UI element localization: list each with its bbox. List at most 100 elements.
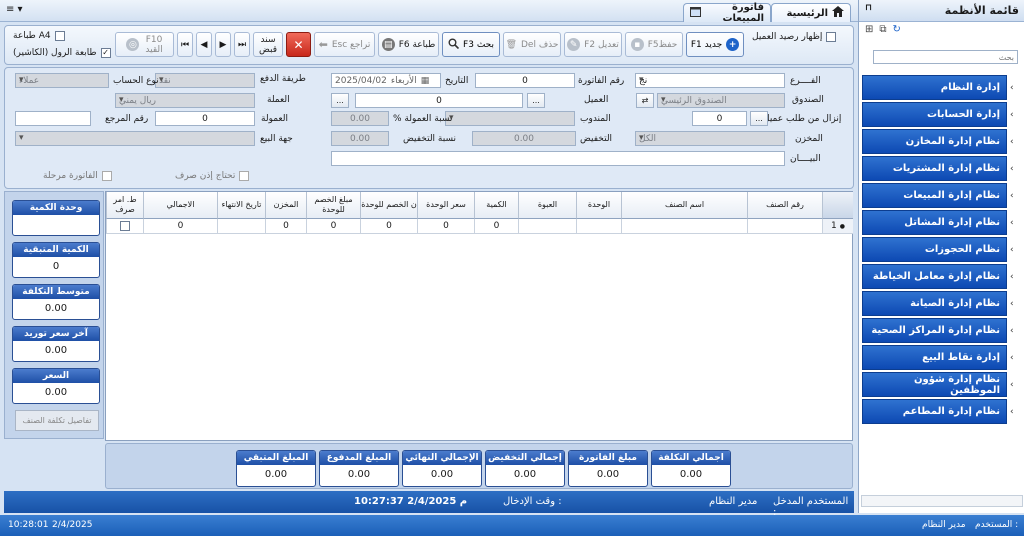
roll-print-checkbox[interactable]: ✓ [100,48,111,58]
chevron-left-icon[interactable]: ‹ [1010,380,1014,390]
currency-lookup-button[interactable]: ... [331,93,349,108]
commission-field[interactable]: 0 [155,111,255,126]
tab-sales-invoice[interactable]: فاتورة المبيعات [683,2,771,24]
chevron-left-icon[interactable]: ‹ [1010,191,1014,201]
nav-system-admin[interactable]: إدارة النظام [862,75,1007,100]
nav-reservations[interactable]: نظام الحجوزات [862,237,1007,262]
chevron-left-icon[interactable]: ‹ [1010,110,1014,120]
chevron-left-icon[interactable]: ‹ [1010,353,1014,363]
column-unit[interactable]: الوحدة [576,192,621,219]
cell-store[interactable]: 0 [265,219,306,234]
customer-order-field[interactable]: 0 [692,111,747,126]
chevron-left-icon[interactable]: ‹ [1010,83,1014,93]
menu-horizontal-scrollbar[interactable] [861,495,1023,507]
roll-print-option[interactable]: ✓ طابعة الرول (الكاشير) [13,48,111,58]
chevron-left-icon[interactable]: ‹ [1010,245,1014,255]
date-picker[interactable]: 2025/04/02 الأربعاء ▦ [331,73,441,88]
cell-discount-amount[interactable]: 0 [306,219,360,234]
delete-button[interactable]: حذف Del 🗑 [503,32,561,57]
pin-icon[interactable]: ⊓ [865,3,872,13]
menu-search-input[interactable] [873,50,1018,64]
deferred-invoice-option[interactable]: الفاتورة مرحلة [43,171,112,181]
discount-percent-field[interactable]: 0.00 [331,131,389,146]
statement-field[interactable] [331,151,785,166]
tab-home[interactable]: الرئيسية [771,3,851,22]
cell-unit-price[interactable]: 0 [417,219,474,234]
account-type-select[interactable]: عملاء [15,73,109,88]
next-record-button[interactable]: ▶ [215,32,231,57]
item-cost-details-button[interactable]: تفاصيل تكلفة الصنف [15,410,99,431]
sale-side-select[interactable] [15,131,255,146]
print-button[interactable]: طباعة F6 ▤ [378,32,439,57]
a4-print-checkbox[interactable] [54,31,65,41]
last-record-button[interactable]: ⏭ [234,32,250,57]
currency-select[interactable]: ريال يمني [115,93,255,108]
nav-health-centers[interactable]: نظام إدارة المراكز الصحية [862,318,1007,343]
column-item-number[interactable]: رقم الصنف [747,192,822,219]
copy-icon[interactable]: ⧉ [879,24,886,35]
chevron-left-icon[interactable]: ‹ [1010,407,1014,417]
refresh-icon[interactable]: ↻ [893,24,901,35]
store-select[interactable]: الكل [635,131,785,146]
discount-field[interactable]: 0.00 [472,131,576,146]
column-quantity[interactable]: الكمية [474,192,518,219]
commission-percent-field[interactable]: 0.00 [331,111,389,126]
reference-number-field[interactable] [15,111,91,126]
new-button[interactable]: + جديد F1 [686,32,744,57]
save-button[interactable]: حفظF5 ▪ [625,32,683,57]
chevron-left-icon[interactable]: ‹ [1010,137,1014,147]
nav-accounts[interactable]: إدارة الحسابات [862,102,1007,127]
nav-sales[interactable]: نظام إدارة المبيعات [862,183,1007,208]
edit-button[interactable]: تعديل F2 ✎ [564,32,622,57]
customer-order-lookup-button[interactable]: ... [750,111,768,126]
issue-order-checkbox[interactable] [120,221,130,231]
close-button[interactable]: ✕ [286,32,311,57]
deferred-invoice-checkbox[interactable] [101,171,112,181]
select-all-corner[interactable] [822,192,853,219]
cell-package[interactable] [518,219,576,234]
column-discount-percent[interactable]: ن الخصم للوحدة [360,192,417,219]
cell-item-number[interactable] [747,219,822,234]
undo-button[interactable]: تراجع Esc ⬅ [314,32,375,57]
chevron-left-icon[interactable]: ‹ [1010,164,1014,174]
cell-discount-percent[interactable]: 0 [360,219,417,234]
row-header[interactable]: 1 ● [822,219,853,234]
nav-nurseries[interactable]: نظام إدارة المشاتل [862,210,1007,235]
window-menu-icon[interactable]: ≡ ▾ [6,4,23,15]
column-package[interactable]: العبوة [518,192,576,219]
invoice-items-grid[interactable]: رقم الصنف اسم الصنف الوحدة العبوة الكمية… [105,191,853,441]
chevron-left-icon[interactable]: ‹ [1010,272,1014,282]
search-button[interactable]: بحث F3 [442,32,500,57]
chevron-left-icon[interactable]: ‹ [1010,299,1014,309]
previous-record-button[interactable]: ◀ [196,32,212,57]
customer-field[interactable]: 0 [355,93,523,108]
chevron-left-icon[interactable]: ‹ [1010,326,1014,336]
cell-total[interactable]: 0 [143,219,217,234]
receipt-voucher-button[interactable]: سند قبض [253,32,283,57]
invoice-number-field[interactable]: 0 [475,73,575,88]
customer-lookup-button[interactable]: ... [527,93,545,108]
first-record-button[interactable]: ⏮ [177,32,193,57]
payment-method-select[interactable]: نقد [155,73,255,88]
show-balance-checkbox[interactable] [826,32,837,42]
column-item-name[interactable]: اسم الصنف [621,192,747,219]
cell-quantity[interactable]: 0 [474,219,518,234]
cell-unit[interactable] [576,219,621,234]
expand-icon[interactable]: ⊞ [865,24,873,35]
refresh-button[interactable]: ⇄ [636,93,654,108]
journal-entry-button[interactable]: F10 القيد ◎ [115,32,174,57]
cash-box-select[interactable]: الصندوق الرئيسي [657,93,785,108]
cell-issue-order[interactable] [106,219,143,234]
show-balance-option[interactable]: إظهار رصيد العميل [752,32,837,42]
column-issue-order[interactable]: ط. امر صرف [106,192,143,219]
cell-item-name[interactable] [621,219,747,234]
column-expiry-date[interactable]: تاريخ الانتهاء [217,192,265,219]
a4-print-option[interactable]: A4 طباعة [13,31,65,41]
sales-rep-select[interactable] [445,111,575,126]
nav-inventory[interactable]: نظام إدارة المخازن [862,129,1007,154]
needs-permit-option[interactable]: تحتاج إذن صرف [175,171,250,181]
nav-tailoring[interactable]: نظام إدارة معامل الخياطة [862,264,1007,289]
nav-pos[interactable]: إدارة نقاط البيع [862,345,1007,370]
nav-restaurants[interactable]: نظام إدارة المطاعم [862,399,1007,424]
nav-purchases[interactable]: نظام إدارة المشتريات [862,156,1007,181]
